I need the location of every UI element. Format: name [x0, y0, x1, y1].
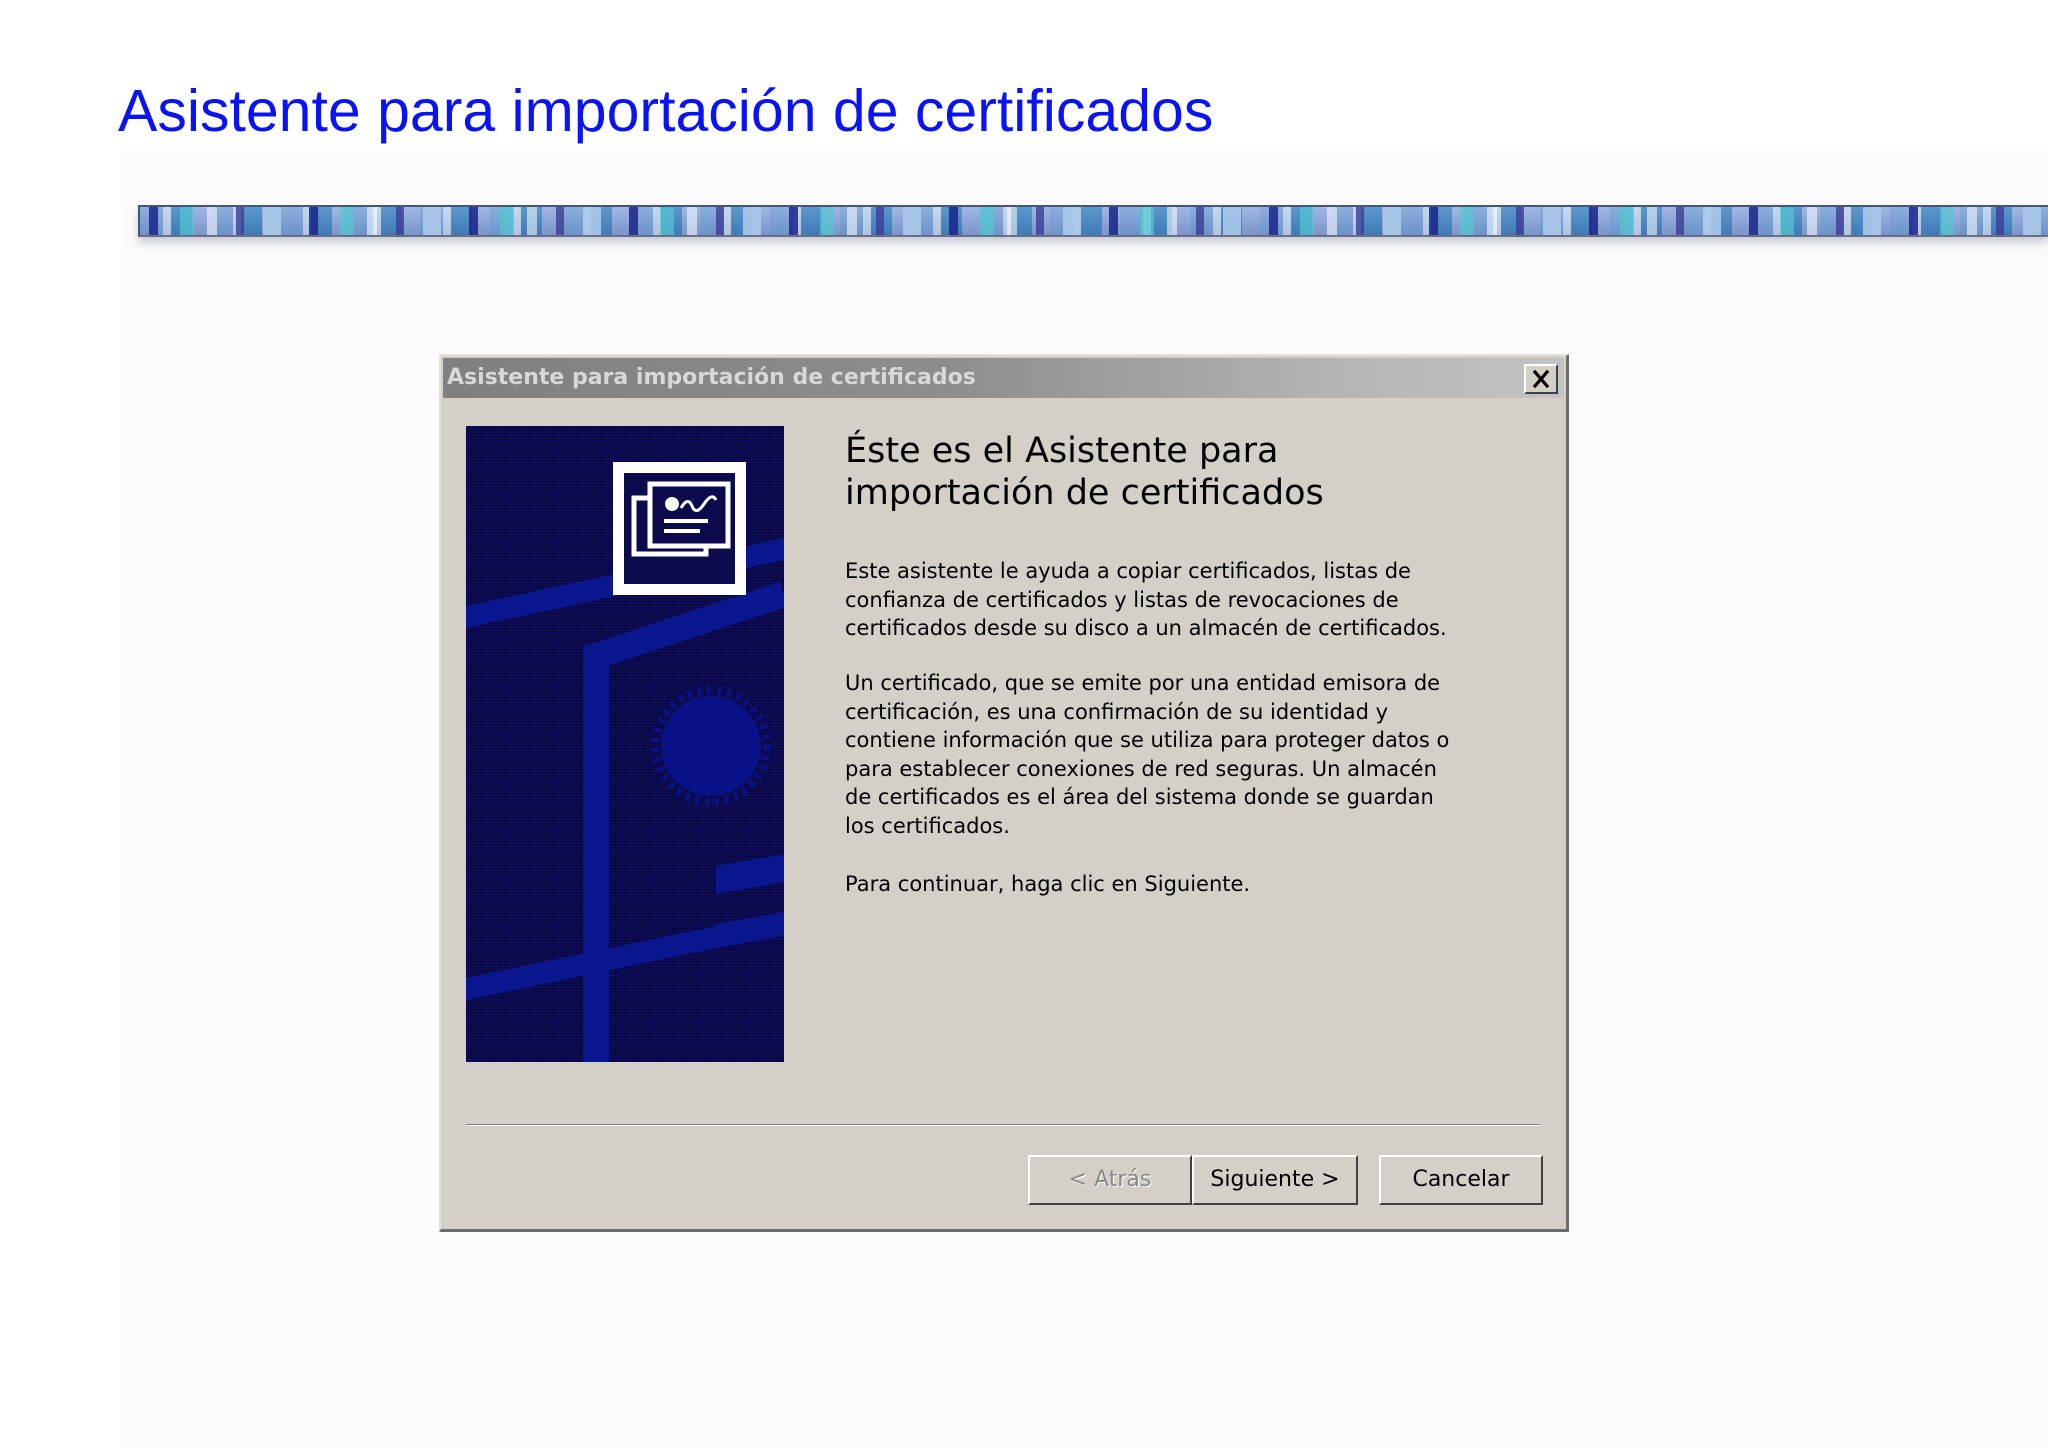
- paragraph-line: los certificados.: [845, 813, 1010, 838]
- slide-title: Asistente para importación de certificad…: [118, 78, 1214, 144]
- back-button[interactable]: < Atrás: [1028, 1155, 1192, 1205]
- continue-instruction: Para continuar, haga clic en Siguiente.: [845, 870, 1250, 899]
- paragraph-line: confianza de certificados y listas de re…: [845, 587, 1399, 612]
- next-button[interactable]: Siguiente >: [1192, 1155, 1358, 1205]
- cancel-button[interactable]: Cancelar: [1379, 1155, 1543, 1205]
- heading-line: Éste es el Asistente para: [845, 431, 1279, 471]
- close-icon: [1532, 369, 1550, 389]
- dialog-titlebar[interactable]: Asistente para importación de certificad…: [443, 358, 1564, 398]
- close-button[interactable]: [1524, 364, 1558, 394]
- paragraph-line: de certificados es el área del sistema d…: [845, 785, 1434, 809]
- wizard-heading: Éste es el Asistente para importación de…: [845, 430, 1324, 514]
- certificate-import-wizard-dialog: Asistente para importación de certificad…: [439, 354, 1569, 1232]
- paragraph-line: contiene información que se utiliza para…: [845, 728, 1450, 752]
- paragraph-line: certificación, es una confirmación de su…: [845, 699, 1389, 724]
- decorative-banner: [138, 205, 2048, 237]
- paragraph-line: para establecer conexiones de red segura…: [845, 756, 1437, 781]
- paragraph-line: Un certificado, que se emite por una ent…: [845, 671, 1441, 695]
- button-separator: [466, 1124, 1540, 1126]
- certificate-description-paragraph: Un certificado, que se emite por una ent…: [845, 669, 1449, 840]
- wizard-side-image: [466, 426, 784, 1062]
- paragraph-line: Para continuar, haga clic en Siguiente.: [845, 872, 1251, 896]
- paragraph-line: Este asistente le ayuda a copiar certifi…: [845, 559, 1411, 583]
- intro-paragraph: Este asistente le ayuda a copiar certifi…: [845, 557, 1447, 643]
- dialog-title: Asistente para importación de certificad…: [447, 365, 976, 390]
- heading-line: importación de certificados: [845, 473, 1324, 513]
- certificate-icon: [613, 462, 746, 595]
- paragraph-line: certificados desde su disco a un almacén…: [845, 616, 1447, 640]
